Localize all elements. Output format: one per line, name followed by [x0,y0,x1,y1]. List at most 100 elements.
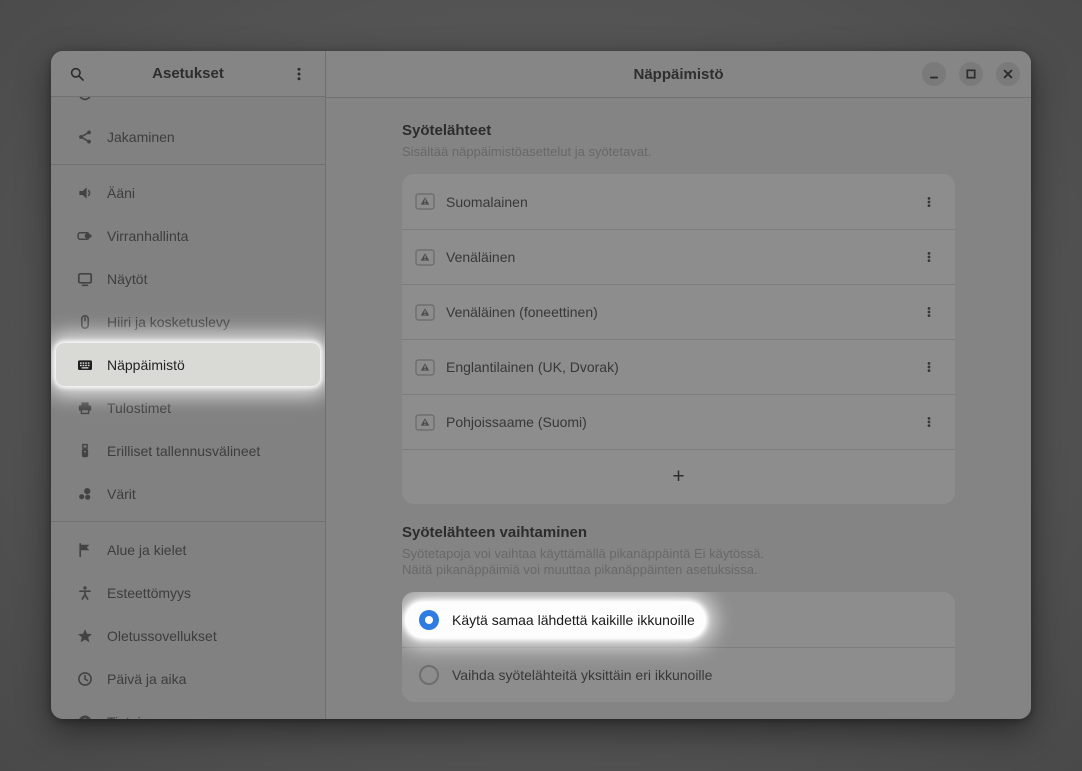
clock-icon [77,671,93,687]
sidebar-item-label: Näytöt [107,271,147,287]
sidebar-title: Asetukset [90,65,286,82]
primary-menu-button[interactable] [286,61,312,87]
share-icon [77,129,93,145]
switching-description-line1: Syötetapoja voi vaihtaa käyttämällä pika… [402,546,955,562]
radio-unselected[interactable] [419,665,439,685]
usb-stick-icon [77,443,93,459]
sidebar-item-nappaimisto[interactable]: Näppäimistö [56,343,320,386]
kebab-menu-icon [291,66,307,82]
input-source-label: Venäläinen [446,249,917,265]
input-source-row[interactable]: Venäläinen (foneettinen) [402,284,955,339]
sidebar-item-label: Tietoja [107,714,149,720]
sidebar-item-label: Alue ja kielet [107,542,186,558]
sidebar-item-label: Virranhallinta [107,228,188,244]
sidebar-item-varit[interactable]: Värit [56,472,320,515]
accessibility-icon [77,585,93,601]
sidebar-item-tietoja[interactable]: Tietoja [56,700,320,719]
maximize-button[interactable] [959,62,983,86]
sidebar-item-tallennusvalineet[interactable]: Erilliset tallennusvälineet [56,429,320,472]
sidebar-item-jakaminen[interactable]: Jakaminen [56,115,320,158]
sidebar-item-partial[interactable] [56,97,320,115]
main-content: Syötelähteet Sisältää näppäimistöasettel… [326,98,1031,719]
input-sources-list: Suomalainen Venäläinen [402,174,955,504]
image-missing-icon [415,359,435,376]
plus-icon: + [672,465,684,489]
keyboard-icon [77,357,93,373]
input-source-menu-button[interactable] [917,300,941,324]
sidebar-item-aani[interactable]: Ääni [56,171,320,214]
close-button[interactable] [996,62,1020,86]
sidebar-item-hiiri[interactable]: Hiiri ja kosketuslevy [56,300,320,343]
input-source-menu-button[interactable] [917,410,941,434]
close-icon [1000,66,1016,82]
sidebar-item-label: Ääni [107,185,135,201]
sidebar-item-naytot[interactable]: Näytöt [56,257,320,300]
kebab-icon [921,359,937,375]
main-headerbar: Näppäimistö [326,51,1031,98]
sidebar-item-alue-ja-kielet[interactable]: Alue ja kielet [56,528,320,571]
sidebar-item-label: Päivä ja aika [107,671,186,687]
mouse-icon [77,314,93,330]
input-source-row[interactable]: Pohjoissaame (Suomi) [402,394,955,449]
sidebar-item-label: Oletussovellukset [107,628,217,644]
sidebar-item-label: Tulostimet [107,400,171,416]
color-circles-icon [77,486,93,502]
sidebar-item-paiva-ja-aika[interactable]: Päivä ja aika [56,657,320,700]
search-icon [69,66,85,82]
option-per-window-row[interactable]: Vaihda syötelähteitä yksittäin eri ikkun… [402,647,955,702]
input-source-label: Venäläinen (foneettinen) [446,304,917,320]
sidebar-headerbar: Asetukset [51,51,325,97]
kebab-icon [921,304,937,320]
switching-description-line2: Näitä pikanäppäimiä voi muuttaa pikanäpp… [402,562,955,578]
speaker-icon [77,185,93,201]
star-icon [77,628,93,644]
sidebar-nav-list: Jakaminen Ääni Virranhallinta Näytöt [51,97,325,719]
sidebar-item-label: Näppäimistö [107,357,185,373]
kebab-icon [921,194,937,210]
window-controls [922,51,1020,97]
sidebar-separator [51,521,325,522]
battery-icon [77,228,93,244]
input-source-label: Englantilainen (UK, Dvorak) [446,359,917,375]
printer-icon [77,400,93,416]
image-missing-icon [415,249,435,266]
input-sources-title: Syötelähteet [402,122,955,140]
option-same-source-row[interactable]: Käytä samaa lähdettä kaikille ikkunoille [402,592,955,647]
image-missing-icon [415,193,435,210]
minimize-button[interactable] [922,62,946,86]
input-source-menu-button[interactable] [917,245,941,269]
main-panel: Näppäimistö [326,51,1031,719]
settings-window: Asetukset Jakaminen [51,51,1031,719]
sidebar-item-label: Erilliset tallennusvälineet [107,443,260,459]
sidebar-item-label: Hiiri ja kosketuslevy [107,314,230,330]
sidebar-item-oletussovellukset[interactable]: Oletussovellukset [56,614,320,657]
input-source-menu-button[interactable] [917,190,941,214]
maximize-icon [963,66,979,82]
flag-icon [77,542,93,558]
input-source-menu-button[interactable] [917,355,941,379]
sidebar-item-tulostimet[interactable]: Tulostimet [56,386,320,429]
input-source-row[interactable]: Englantilainen (UK, Dvorak) [402,339,955,394]
sidebar-item-label: Jakaminen [107,129,175,145]
radio-selected[interactable] [419,610,439,630]
sidebar-item-label: Värit [107,486,136,502]
add-input-source-button[interactable]: + [402,449,955,504]
kebab-icon [921,414,937,430]
sidebar-separator [51,164,325,165]
input-sources-subtitle: Sisältää näppäimistöasettelut ja syöteta… [402,144,955,160]
switching-options-list: Käytä samaa lähdettä kaikille ikkunoille… [402,592,955,702]
input-source-row[interactable]: Venäläinen [402,229,955,284]
input-source-label: Suomalainen [446,194,917,210]
display-icon [77,271,93,287]
image-missing-icon [415,304,435,321]
info-icon [77,714,93,720]
sidebar: Asetukset Jakaminen [51,51,326,719]
sidebar-item-esteettomyys[interactable]: Esteettömyys [56,571,320,614]
globe-icon [77,97,93,102]
input-source-row[interactable]: Suomalainen [402,174,955,229]
sidebar-item-label: Esteettömyys [107,585,191,601]
sidebar-item-virranhallinta[interactable]: Virranhallinta [56,214,320,257]
option-label: Käytä samaa lähdettä kaikille ikkunoille [452,612,695,628]
input-source-label: Pohjoissaame (Suomi) [446,414,917,430]
search-button[interactable] [64,61,90,87]
